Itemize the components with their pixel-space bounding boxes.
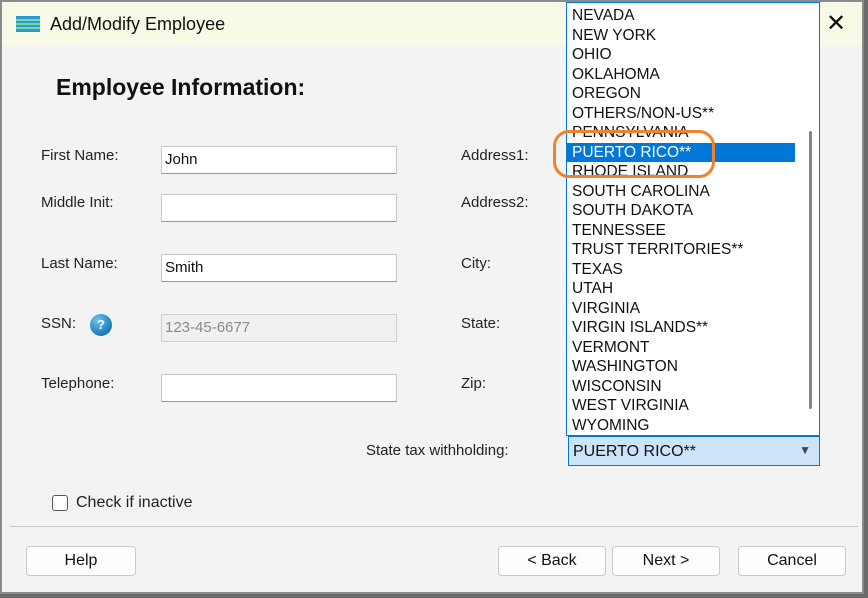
state-tax-select[interactable]: PUERTO RICO** ▼ [568,436,820,466]
chevron-down-icon[interactable]: ▼ [799,443,811,457]
window-title: Add/Modify Employee [50,14,226,34]
state-option[interactable]: WISCONSIN [567,377,795,397]
inactive-label: Check if inactive [76,494,193,511]
middle-init-field[interactable] [161,194,397,222]
state-option[interactable]: TEXAS [567,260,795,280]
state-option[interactable]: RHODE ISLAND [567,162,795,182]
state-option[interactable]: OKLAHOMA [567,65,795,85]
state-option[interactable]: TRUST TERRITORIES** [567,240,795,260]
next-button[interactable]: Next > [612,546,720,576]
state-option[interactable]: WEST VIRGINIA [567,396,795,416]
scrollbar[interactable] [801,3,819,435]
state-tax-selected-value: PUERTO RICO** [573,443,696,460]
last-name-label: Last Name: [41,255,118,272]
scrollbar-thumb[interactable] [809,131,812,409]
first-name-label: First Name: [41,147,119,164]
state-option[interactable]: PENNSYLVANIA [567,123,795,143]
ssn-field: 123-45-6677 [161,314,397,342]
middle-init-label: Middle Init: [41,194,114,211]
address1-label: Address1: [461,147,529,164]
state-tax-label: State tax withholding: [366,442,509,459]
help-button[interactable]: Help [26,546,136,576]
inactive-checkbox[interactable] [52,495,68,511]
page-title: Employee Information: [56,74,306,100]
state-option[interactable]: WASHINGTON [567,357,795,377]
app-icon [16,16,40,32]
address2-label: Address2: [461,194,529,211]
state-option[interactable]: TENNESSEE [567,221,795,241]
close-icon[interactable]: ✕ [824,10,848,38]
state-option[interactable]: PUERTO RICO** [567,142,795,162]
state-option[interactable]: VERMONT [567,338,795,358]
state-option[interactable]: WYOMING [567,416,795,436]
cancel-button[interactable]: Cancel [738,546,846,576]
ssn-label: SSN: [41,315,77,332]
state-option[interactable]: UTAH [567,279,795,299]
help-icon[interactable]: ? [90,314,112,336]
state-option[interactable]: VIRGIN ISLANDS** [567,318,795,338]
divider [10,526,858,527]
last-name-field[interactable]: Smith [161,254,397,282]
telephone-label: Telephone: [41,375,115,392]
state-option[interactable]: SOUTH CAROLINA [567,182,795,202]
state-option[interactable]: VIRGINIA [567,299,795,319]
state-option[interactable]: NEVADA [567,6,795,26]
state-option[interactable]: OHIO [567,45,795,65]
state-option[interactable]: OREGON [567,84,795,104]
zip-label: Zip: [461,375,487,392]
state-option[interactable]: OTHERS/NON-US** [567,104,795,124]
city-label: City: [461,255,491,272]
state-option[interactable]: NEW YORK [567,26,795,46]
back-button[interactable]: < Back [498,546,606,576]
state-label: State: [461,315,501,332]
first-name-field[interactable]: John [161,146,397,174]
state-option[interactable]: SOUTH DAKOTA [567,201,795,221]
state-dropdown-list[interactable]: NEVADA NEW YORK OHIO OKLAHOMA OREGON OTHERS/N… [566,2,820,436]
telephone-field[interactable] [161,374,397,402]
add-modify-employee-window: Add/Modify Employee ✕ Employee Informati… [0,0,864,594]
